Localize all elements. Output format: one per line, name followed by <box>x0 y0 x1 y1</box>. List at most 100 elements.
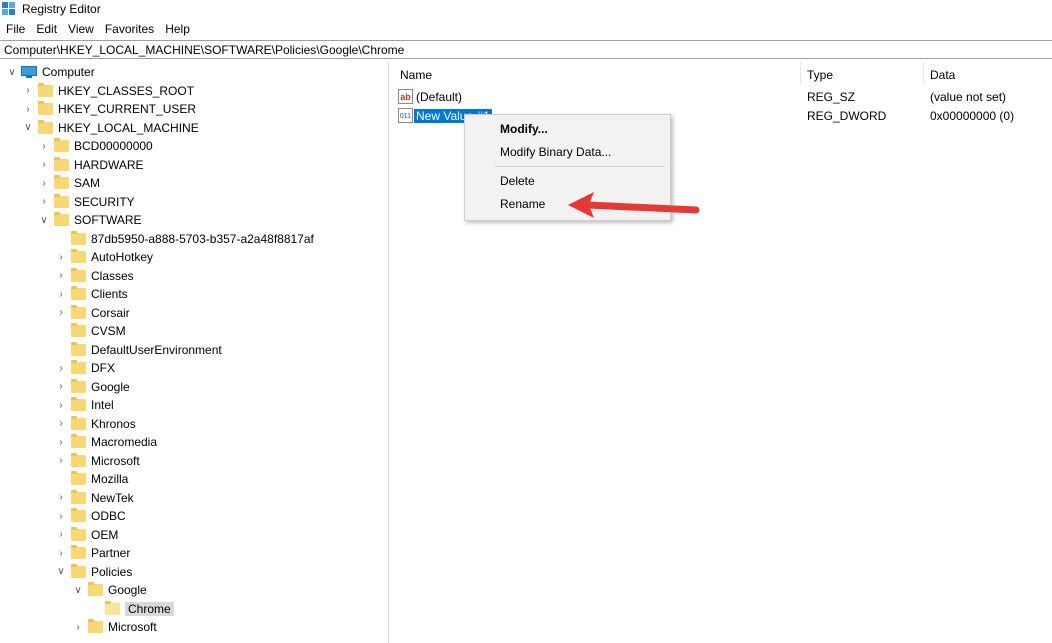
tree-item-defaultuserenvironment[interactable]: DefaultUserEnvironment <box>55 341 222 359</box>
chevron-right-icon[interactable]: › <box>22 82 34 100</box>
chevron-right-icon[interactable]: › <box>38 174 50 192</box>
tree-item-classes[interactable]: › Classes <box>55 267 134 285</box>
chevron-right-icon[interactable]: › <box>55 396 67 414</box>
chevron-right-icon[interactable]: › <box>55 304 67 322</box>
tree-item-security[interactable]: › SECURITY <box>38 193 135 211</box>
chevron-right-icon[interactable]: › <box>55 526 67 544</box>
tree-item-label: CVSM <box>91 324 126 338</box>
tree-item-computer[interactable]: ∨ Computer <box>6 63 94 81</box>
tree-item-policies-google[interactable]: ∨ Google <box>72 581 147 599</box>
tree-item-software[interactable]: ∨ SOFTWARE <box>38 211 142 229</box>
value-name: (Default) <box>416 90 463 104</box>
chevron-right-icon[interactable]: › <box>55 507 67 525</box>
chevron-right-icon[interactable]: › <box>22 100 34 118</box>
menu-file[interactable]: File <box>0 22 30 36</box>
tree-item-label: ODBC <box>91 509 126 523</box>
chevron-down-icon[interactable]: ∨ <box>55 563 67 581</box>
value-row[interactable]: ab (Default) REG_SZ (value not set) <box>393 88 1052 106</box>
tree-item-hkey-current-user[interactable]: › HKEY_CURRENT_USER <box>22 100 196 118</box>
tree-item-microsoft[interactable]: › Microsoft <box>55 452 140 470</box>
tree-item-odbc[interactable]: › ODBC <box>55 507 126 525</box>
menu-edit[interactable]: Edit <box>30 22 62 36</box>
folder-icon <box>54 212 69 226</box>
tree-item-newtek[interactable]: › NewTek <box>55 489 134 507</box>
chevron-right-icon[interactable]: › <box>55 359 67 377</box>
tree-item-87db5950-a888-5703-b357-a2a48f8817af[interactable]: 87db5950-a888-5703-b357-a2a48f8817af <box>55 230 314 248</box>
address-path[interactable]: Computer\HKEY_LOCAL_MACHINE\SOFTWARE\Pol… <box>4 43 404 57</box>
tree-item-label: HARDWARE <box>74 157 144 172</box>
chevron-right-icon[interactable]: › <box>55 285 67 303</box>
tree-item-autohotkey[interactable]: › AutoHotkey <box>55 248 153 266</box>
menu-bar: File Edit View Favorites Help <box>0 19 195 38</box>
tree-item-label: HKEY_CURRENT_USER <box>58 102 197 116</box>
tree-item-macromedia[interactable]: › Macromedia <box>55 433 157 451</box>
red-arrow-annotation <box>568 192 700 218</box>
tree-item-google[interactable]: › Google <box>55 378 130 396</box>
window-title: Registry Editor <box>22 2 101 16</box>
tree-item-hkey-classes-root[interactable]: › HKEY_CLASSES_ROOT <box>22 82 194 100</box>
tree-item-corsair[interactable]: › Corsair <box>55 304 130 322</box>
chevron-right-icon[interactable]: › <box>72 618 84 636</box>
chevron-right-icon[interactable]: › <box>55 433 67 451</box>
tree-item-label: AutoHotkey <box>91 250 154 264</box>
column-header-data[interactable]: Data <box>930 68 955 82</box>
address-bar[interactable]: Computer\HKEY_LOCAL_MACHINE\SOFTWARE\Pol… <box>0 40 1052 59</box>
tree-item-hkey-local-machine[interactable]: ∨ HKEY_LOCAL_MACHINE <box>22 119 199 137</box>
tree-item-hardware[interactable]: › HARDWARE <box>38 156 144 174</box>
chevron-right-icon[interactable]: › <box>55 452 67 470</box>
menu-item-rename[interactable]: Rename <box>500 194 545 214</box>
tree-item-policies[interactable]: ∨ Policies <box>55 563 132 581</box>
tree-item-cvsm[interactable]: CVSM <box>55 322 126 340</box>
folder-icon <box>88 582 103 596</box>
chevron-right-icon[interactable]: › <box>38 137 50 155</box>
menu-item-modify-binary[interactable]: Modify Binary Data... <box>500 142 611 162</box>
folder-icon <box>54 193 69 208</box>
chevron-down-icon[interactable]: ∨ <box>38 211 50 229</box>
tree-item-oem[interactable]: › OEM <box>55 526 118 544</box>
column-header-type[interactable]: Type <box>807 68 833 82</box>
menu-favorites[interactable]: Favorites <box>99 22 159 36</box>
chevron-down-icon[interactable]: ∨ <box>6 63 18 81</box>
tree-item-partner[interactable]: › Partner <box>55 544 130 562</box>
folder-icon <box>105 600 120 615</box>
tree-item-clients[interactable]: › Clients <box>55 285 128 303</box>
arrow-shaft <box>584 201 700 214</box>
chevron-right-icon[interactable]: › <box>55 378 67 396</box>
tree-item-sam[interactable]: › SAM <box>38 174 100 192</box>
chevron-down-icon[interactable]: ∨ <box>72 581 84 599</box>
folder-icon <box>71 249 86 263</box>
chevron-right-icon[interactable]: › <box>55 489 67 507</box>
chevron-right-icon[interactable]: › <box>55 267 67 285</box>
tree-item-policies-microsoft[interactable]: › Microsoft <box>72 618 157 636</box>
tree-item-dfx[interactable]: › DFX <box>55 359 115 377</box>
folder-icon <box>71 434 86 448</box>
tree-item-khronos[interactable]: › Khronos <box>55 415 136 433</box>
registry-tree[interactable]: ∨ Computer › HKEY_CLASSES_ROOT › HKEY_CURRENT… <box>0 62 388 643</box>
folder-icon <box>71 378 86 393</box>
chevron-down-icon[interactable]: ∨ <box>22 119 34 137</box>
tree-item-chrome[interactable]: Chrome <box>89 600 174 618</box>
folder-icon <box>71 489 86 504</box>
tree-item-label: Corsair <box>91 305 130 320</box>
menu-help[interactable]: Help <box>159 22 195 36</box>
tree-item-label: Microsoft <box>91 453 140 468</box>
folder-icon <box>71 323 86 337</box>
chevron-right-icon[interactable]: › <box>55 544 67 562</box>
chevron-right-icon[interactable]: › <box>55 415 67 433</box>
menu-item-delete[interactable]: Delete <box>500 171 535 191</box>
menu-view[interactable]: View <box>62 22 99 36</box>
chevron-right-icon[interactable]: › <box>55 248 67 266</box>
tree-item-mozilla[interactable]: Mozilla <box>55 470 128 488</box>
tree-item-label: Microsoft <box>108 620 157 634</box>
chevron-right-icon[interactable]: › <box>38 156 50 174</box>
menu-item-modify[interactable]: Modify... <box>500 119 548 139</box>
tree-item-label: Khronos <box>91 416 136 431</box>
tree-item-label: DefaultUserEnvironment <box>91 342 222 357</box>
tree-item-intel[interactable]: › Intel <box>55 396 114 414</box>
column-header-name[interactable]: Name <box>400 68 432 82</box>
tree-item-bcd00000000[interactable]: › BCD00000000 <box>38 137 153 155</box>
title-bar: Registry Editor <box>0 0 1052 18</box>
chevron-right-icon[interactable]: › <box>38 193 50 211</box>
folder-icon <box>71 230 86 245</box>
